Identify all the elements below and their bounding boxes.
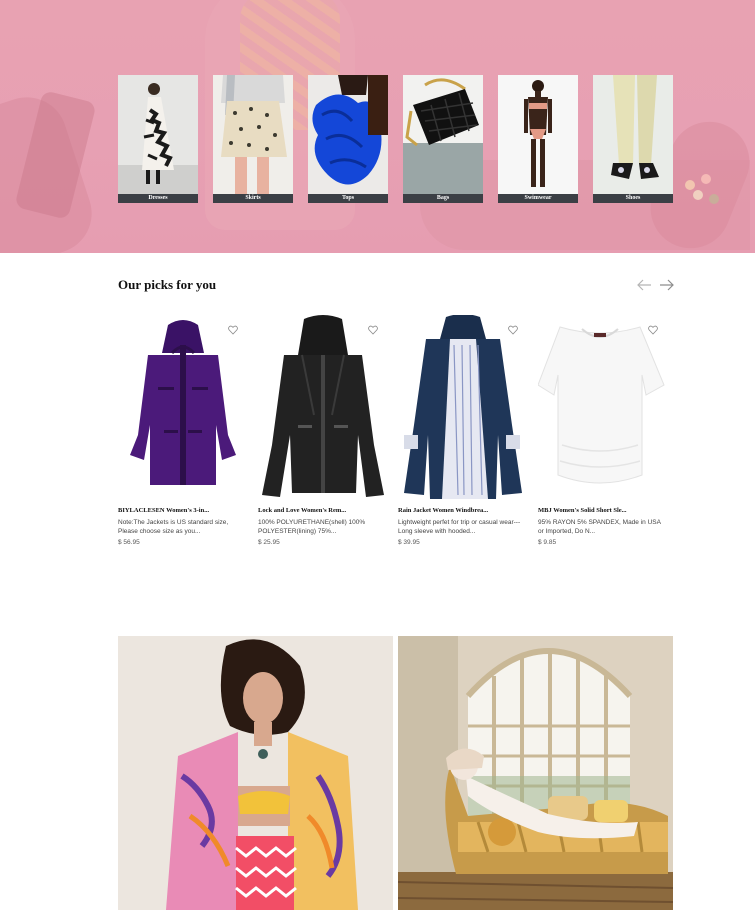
hero-bead-necklace bbox=[685, 180, 695, 190]
product-image bbox=[398, 314, 528, 500]
category-label: Skirts bbox=[213, 194, 293, 203]
category-image bbox=[118, 75, 198, 194]
picks-section-title: Our picks for you bbox=[118, 277, 217, 292]
product-name[interactable]: Rain Jacket Women Windbrea... bbox=[398, 507, 528, 514]
product-card[interactable]: MBJ Women's Solid Short Sle... 95% RAYON… bbox=[537, 315, 668, 555]
heart-icon[interactable] bbox=[228, 322, 238, 335]
category-tops[interactable]: Tops bbox=[308, 75, 388, 203]
product-card[interactable]: Rain Jacket Women Windbrea... Lightweigh… bbox=[398, 314, 528, 555]
heart-icon[interactable] bbox=[508, 322, 518, 335]
product-image bbox=[118, 315, 248, 500]
product-image bbox=[258, 315, 388, 500]
editorial-image-left[interactable] bbox=[118, 636, 393, 910]
category-image bbox=[308, 75, 388, 194]
category-swimwear[interactable]: Swimwear bbox=[498, 75, 578, 203]
heart-icon[interactable] bbox=[368, 322, 378, 335]
product-name[interactable]: MBJ Women's Solid Short Sle... bbox=[538, 507, 668, 514]
category-skirts[interactable]: Skirts bbox=[213, 75, 293, 203]
product-price: $ 56.95 bbox=[118, 539, 140, 546]
arrow-right-icon[interactable] bbox=[659, 278, 677, 292]
category-label: Shoes bbox=[593, 194, 673, 203]
product-card[interactable]: BIYLACLESEN Women's 3-in... Note:The Jac… bbox=[118, 315, 248, 555]
product-price: $ 25.95 bbox=[258, 539, 280, 546]
product-description: 95% RAYON 5% SPANDEX, Made in USA or Imp… bbox=[538, 519, 661, 535]
category-strip: Dresses Skirts Tops Bags Swimwear Shoes bbox=[118, 75, 678, 203]
product-price: $ 9.85 bbox=[538, 539, 557, 546]
editorial-image-right[interactable] bbox=[398, 636, 673, 910]
category-label: Bags bbox=[403, 194, 483, 203]
category-image bbox=[403, 75, 483, 194]
product-name[interactable]: Lock and Love Women's Rem... bbox=[258, 507, 388, 514]
product-image bbox=[537, 315, 668, 500]
category-label: Tops bbox=[308, 194, 388, 203]
product-description: 100% POLYURETHANE(shell) 100% POLYESTER(… bbox=[258, 519, 366, 535]
product-price: $ 39.95 bbox=[398, 539, 420, 546]
category-label: Swimwear bbox=[498, 194, 578, 203]
category-image bbox=[593, 75, 673, 194]
product-name[interactable]: BIYLACLESEN Women's 3-in... bbox=[118, 507, 248, 514]
category-label: Dresses bbox=[118, 194, 198, 203]
product-card[interactable]: Lock and Love Women's Rem... 100% POLYUR… bbox=[258, 315, 388, 555]
category-image bbox=[213, 75, 293, 194]
heart-icon[interactable] bbox=[648, 322, 658, 335]
product-description: Lightweight perfet for trip or casual we… bbox=[398, 519, 521, 535]
arrow-left-icon[interactable] bbox=[636, 278, 654, 292]
category-bags[interactable]: Bags bbox=[403, 75, 483, 203]
category-image bbox=[498, 75, 578, 194]
product-description: Note:The Jackets is US standard size, Pl… bbox=[118, 519, 229, 535]
hero-banner: Dresses Skirts Tops Bags Swimwear Shoes bbox=[0, 0, 755, 253]
category-shoes[interactable]: Shoes bbox=[593, 75, 673, 203]
category-dresses[interactable]: Dresses bbox=[118, 75, 198, 203]
